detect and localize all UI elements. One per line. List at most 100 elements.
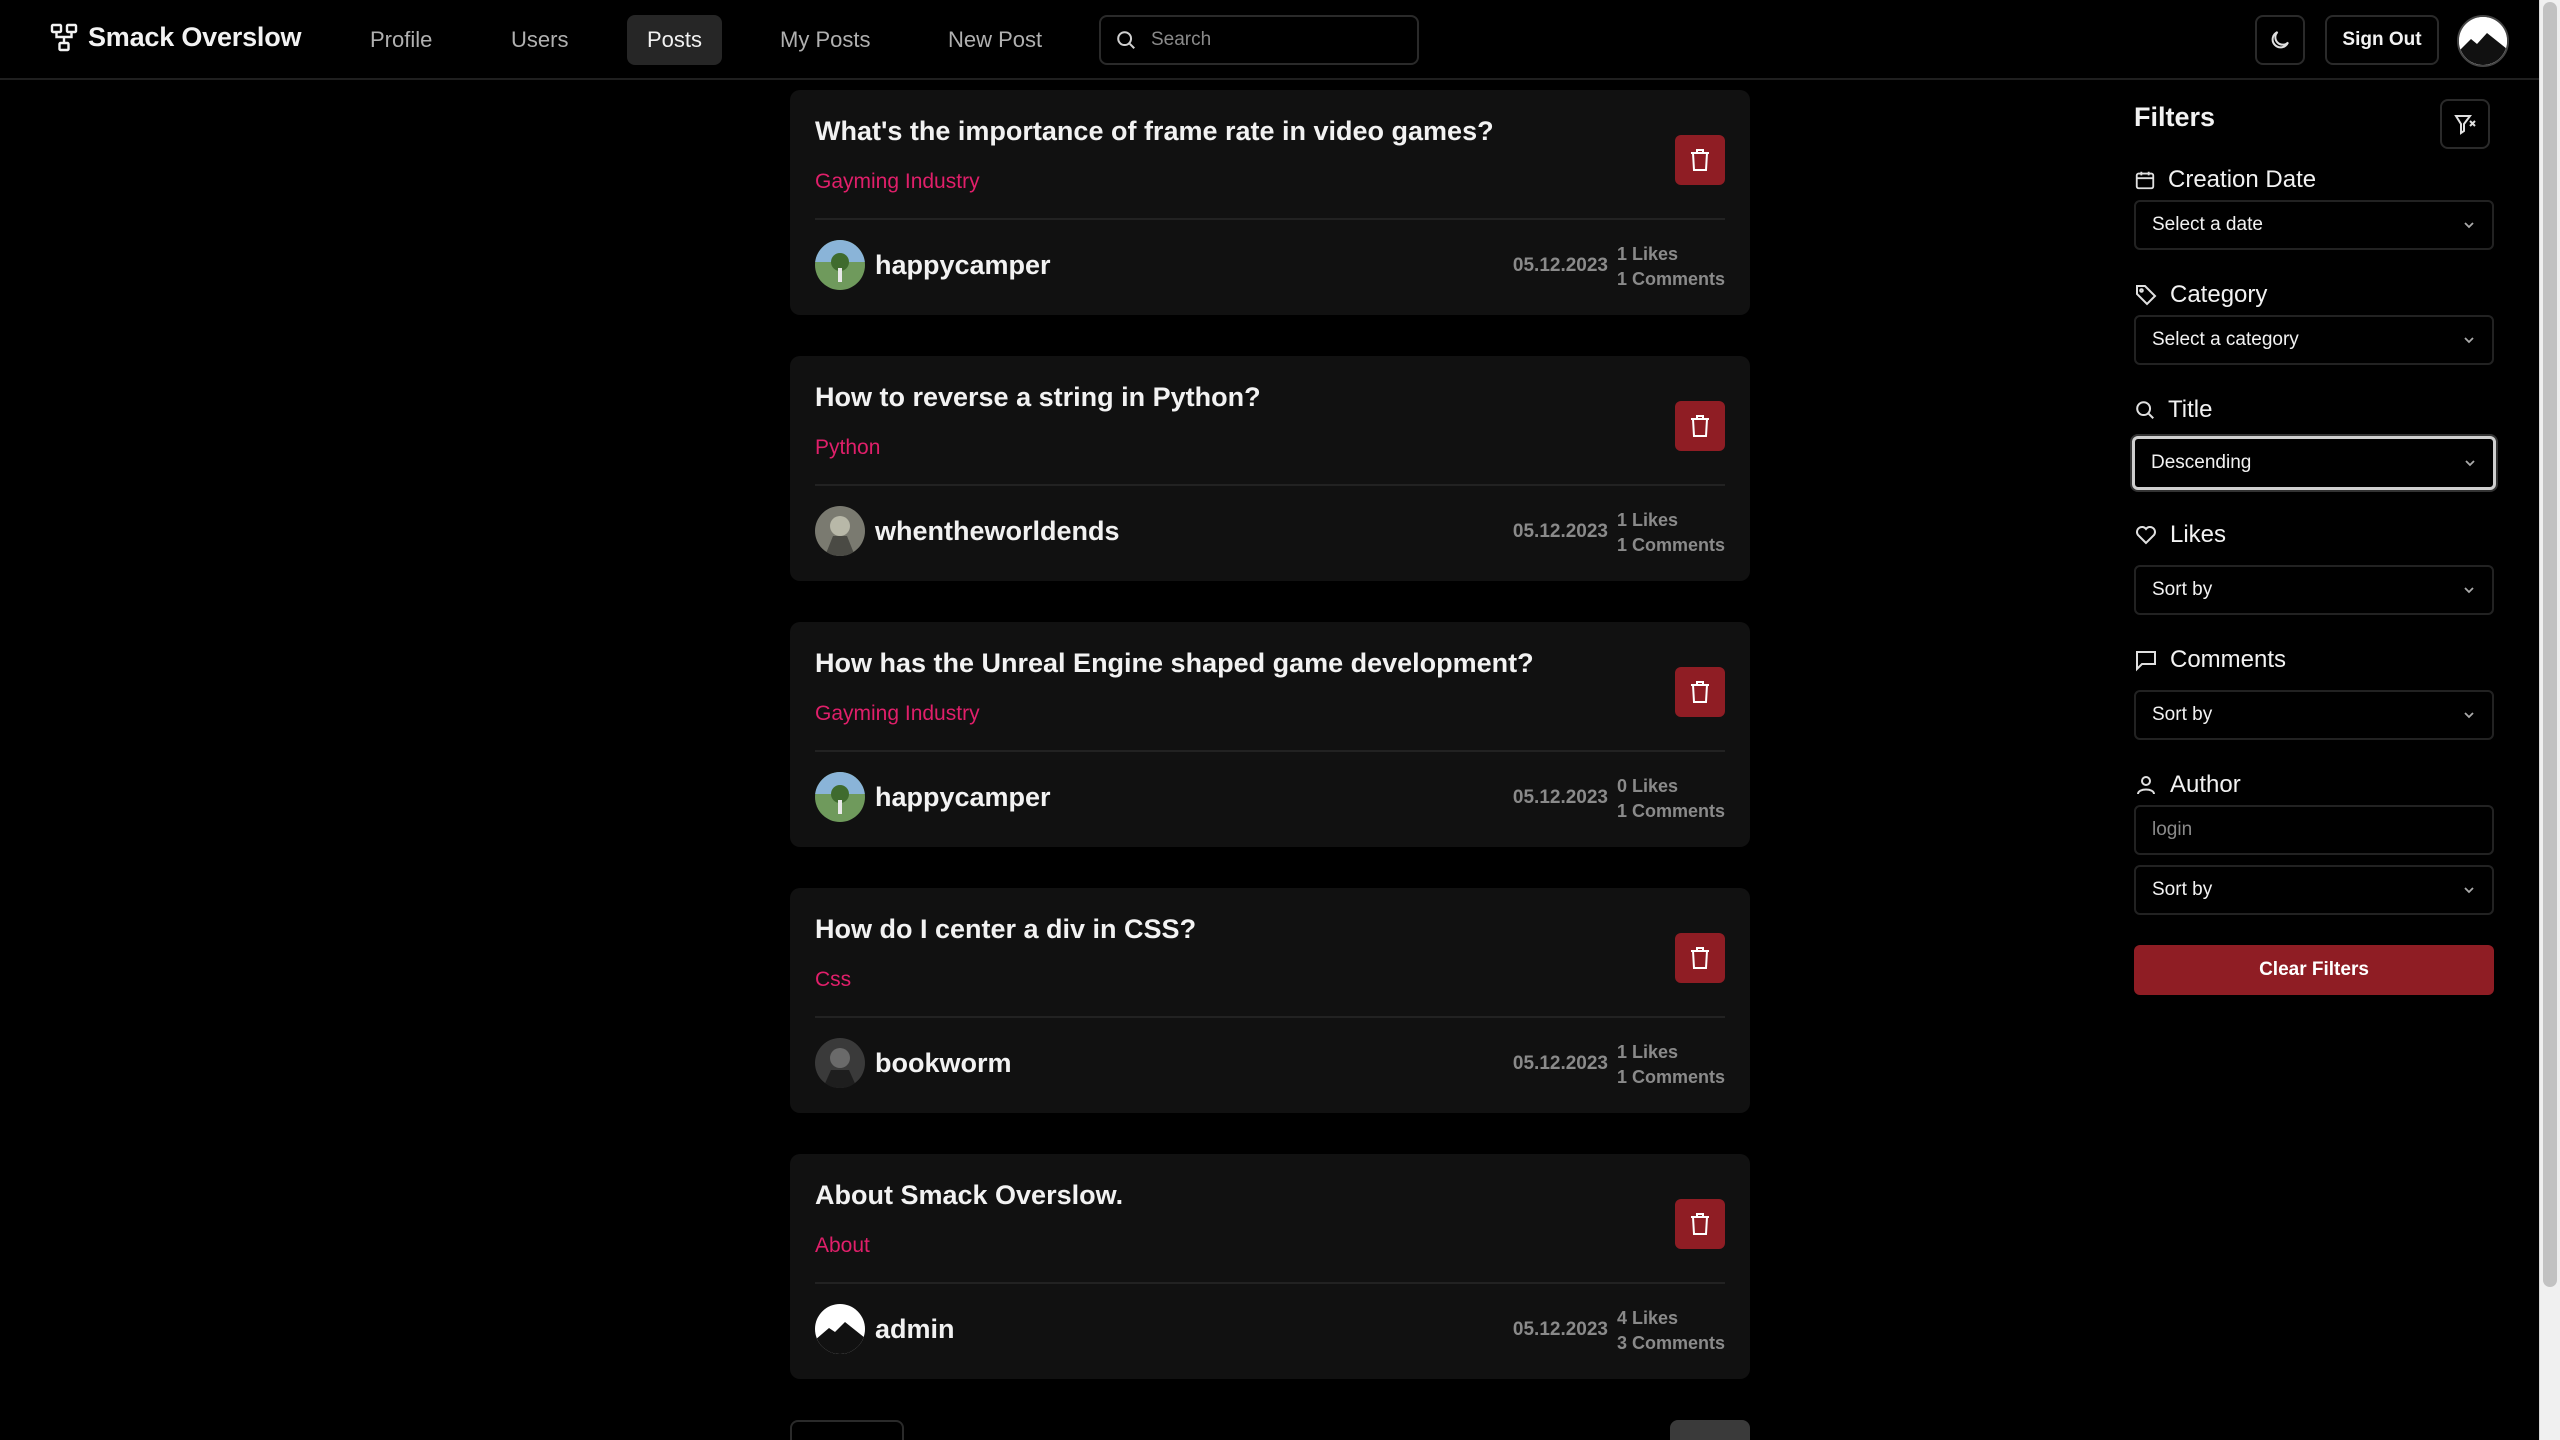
divider	[815, 750, 1725, 752]
delete-post-button[interactable]	[1675, 135, 1725, 185]
delete-post-button[interactable]	[1675, 933, 1725, 983]
likes-count: 1 Likes	[1616, 1042, 1679, 1062]
author-avatar[interactable]	[815, 772, 865, 822]
pagination-previous-button[interactable]	[790, 1420, 904, 1440]
author-name[interactable]: happycamper	[875, 782, 1051, 813]
author-avatar[interactable]	[815, 1304, 865, 1354]
author-avatar[interactable]	[815, 240, 865, 290]
likes-sort-select[interactable]: Sort by	[2134, 565, 2494, 615]
trash-icon	[1691, 947, 1709, 969]
title-label: Title	[2134, 396, 2212, 424]
scrollbar-thumb[interactable]	[2543, 2, 2557, 1287]
comments-sort-select[interactable]: Sort by	[2134, 690, 2494, 740]
clear-filters-button[interactable]: Clear Filters	[2134, 945, 2494, 995]
post-date: 05.12.2023	[1512, 521, 1608, 542]
post-category[interactable]: Python	[815, 436, 880, 460]
post-stats: 1 Likes 1 Comments	[1617, 508, 1725, 558]
likes-count: 4 Likes	[1616, 1308, 1679, 1328]
nav-new-post[interactable]: New Post	[928, 15, 1062, 65]
reset-filters-button[interactable]	[2440, 99, 2490, 149]
post-category[interactable]: Gayming Industry	[815, 170, 980, 194]
creation-date-label: Creation Date	[2134, 166, 2316, 194]
likes-label: Likes	[2134, 521, 2226, 549]
sitemap-logo-icon	[50, 23, 78, 51]
post-date: 05.12.2023	[1512, 255, 1608, 276]
author-avatar[interactable]	[815, 1038, 865, 1088]
delete-post-button[interactable]	[1675, 1199, 1725, 1249]
comments-count: 1 Comments	[1616, 801, 1725, 821]
app-name: Smack Overslow	[88, 22, 302, 52]
likes-count: 1 Likes	[1616, 510, 1679, 530]
chevron-down-icon	[2464, 222, 2474, 229]
comments-count: 1 Comments	[1616, 535, 1725, 555]
search-input[interactable]	[1151, 29, 1391, 51]
moon-icon	[2271, 31, 2289, 49]
post-category[interactable]: Gayming Industry	[815, 702, 980, 726]
creation-date-select[interactable]: Select a date	[2134, 200, 2494, 250]
nav-users[interactable]: Users	[491, 15, 588, 65]
chevron-down-icon	[2464, 587, 2474, 594]
pagination-next-button[interactable]	[1670, 1420, 1750, 1440]
top-navbar: Smack Overslow Profile Users Posts My Po…	[0, 0, 2539, 80]
divider	[815, 1282, 1725, 1284]
post-card[interactable]: About Smack Overslow. About admin 05.12.…	[790, 1154, 1750, 1379]
trash-icon	[1691, 681, 1709, 703]
trash-icon	[1691, 1213, 1709, 1235]
author-name[interactable]: bookworm	[875, 1048, 1012, 1079]
post-date: 05.12.2023	[1512, 1319, 1608, 1340]
divider	[815, 1016, 1725, 1018]
post-title[interactable]: How do I center a div in CSS?	[815, 914, 1196, 945]
search-icon	[2136, 401, 2154, 419]
search-box[interactable]	[1099, 15, 1419, 65]
post-title[interactable]: What's the importance of frame rate in v…	[815, 116, 1494, 147]
delete-post-button[interactable]	[1675, 667, 1725, 717]
theme-toggle-button[interactable]	[2255, 15, 2305, 65]
comment-icon	[2136, 651, 2156, 672]
author-avatar[interactable]	[815, 506, 865, 556]
post-stats: 1 Likes 1 Comments	[1617, 1040, 1725, 1090]
author-sort-select[interactable]: Sort by	[2134, 865, 2494, 915]
post-stats: 1 Likes 1 Comments	[1617, 242, 1725, 292]
comments-count: 1 Comments	[1616, 1067, 1725, 1087]
post-stats: 0 Likes 1 Comments	[1617, 774, 1725, 824]
delete-post-button[interactable]	[1675, 401, 1725, 451]
post-category[interactable]: Css	[815, 968, 851, 992]
nav-my-posts[interactable]: My Posts	[760, 15, 890, 65]
sign-out-button[interactable]: Sign Out	[2325, 15, 2439, 65]
chevron-down-icon	[2464, 712, 2474, 719]
category-select[interactable]: Select a category	[2134, 315, 2494, 365]
post-card[interactable]: How do I center a div in CSS? Css bookwo…	[790, 888, 1750, 1113]
post-card[interactable]: How has the Unreal Engine shaped game de…	[790, 622, 1750, 847]
post-title[interactable]: About Smack Overslow.	[815, 1180, 1123, 1211]
post-stats: 4 Likes 3 Comments	[1617, 1306, 1725, 1356]
post-title[interactable]: How to reverse a string in Python?	[815, 382, 1261, 413]
likes-count: 0 Likes	[1616, 776, 1679, 796]
nav-profile[interactable]: Profile	[350, 15, 452, 65]
filters-title: Filters	[2134, 102, 2216, 132]
nav-posts[interactable]: Posts	[627, 15, 723, 65]
calendar-icon	[2135, 171, 2155, 190]
filter-x-icon	[2454, 115, 2476, 135]
post-card[interactable]: How to reverse a string in Python? Pytho…	[790, 356, 1750, 581]
author-name[interactable]: happycamper	[875, 250, 1051, 281]
chevron-down-icon	[2465, 460, 2475, 467]
divider	[815, 218, 1725, 220]
post-category[interactable]: About	[815, 1234, 870, 1258]
title-sort-select[interactable]: Descending	[2132, 436, 2496, 490]
page-scrollbar[interactable]	[2539, 0, 2560, 1440]
divider	[815, 484, 1725, 486]
author-name[interactable]: whentheworldends	[875, 516, 1120, 547]
user-avatar[interactable]	[2457, 15, 2509, 67]
post-title[interactable]: How has the Unreal Engine shaped game de…	[815, 648, 1534, 679]
post-date: 05.12.2023	[1512, 1053, 1608, 1074]
author-login-input[interactable]	[2134, 805, 2494, 855]
chevron-down-icon	[2464, 337, 2474, 344]
chevron-down-icon	[2464, 887, 2474, 894]
user-icon	[2137, 776, 2155, 795]
app-logo[interactable]: Smack Overslow	[50, 22, 302, 53]
post-card[interactable]: What's the importance of frame rate in v…	[790, 90, 1750, 315]
author-name[interactable]: admin	[875, 1314, 955, 1345]
likes-count: 1 Likes	[1616, 244, 1679, 264]
comments-count: 3 Comments	[1616, 1333, 1725, 1353]
trash-icon	[1691, 415, 1709, 437]
